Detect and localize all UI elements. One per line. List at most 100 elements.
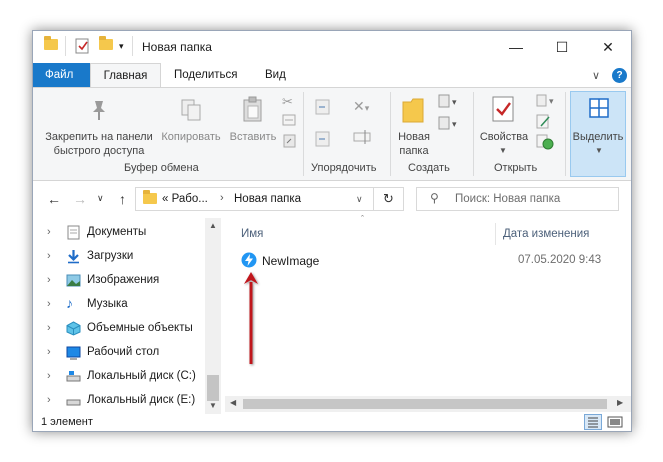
navigation-pane: › Документы › Загрузки › Изображения › ♪… [33, 218, 221, 414]
ribbon: Закрепить на панели быстрого доступа Коп… [33, 87, 631, 181]
tab-file[interactable]: Файл [33, 63, 90, 88]
move-to-icon[interactable] [314, 98, 332, 119]
recent-locations-icon[interactable]: ∨ [97, 193, 104, 204]
file-date: 07.05.2020 9:43 [518, 254, 602, 266]
select-button[interactable]: Выделить ▼ [570, 91, 626, 177]
nav-item-music[interactable]: › ♪ Музыка [33, 294, 207, 316]
chevron-right-icon[interactable]: › [47, 322, 51, 334]
large-icons-view-icon[interactable] [607, 415, 623, 429]
delete-icon[interactable]: ✕▾ [353, 98, 369, 115]
drive-icon [66, 393, 81, 407]
item-count: 1 элемент [41, 416, 93, 428]
chevron-right-icon[interactable]: › [47, 346, 51, 358]
svg-text:▾: ▾ [452, 97, 457, 107]
nav-item-drive-e[interactable]: › Локальный диск (E:) [33, 390, 207, 412]
properties-icon [491, 95, 517, 126]
new-folder-quick-icon[interactable] [99, 36, 113, 50]
scroll-down-icon[interactable]: ▼ [209, 401, 217, 410]
edit-icon[interactable] [536, 114, 552, 133]
annotation-arrow-icon [241, 270, 261, 373]
documents-icon [66, 225, 81, 240]
3d-objects-icon [66, 321, 81, 336]
nav-item-label: Объемные объекты [87, 322, 193, 334]
help-icon[interactable]: ? [612, 68, 627, 83]
folder-icon [143, 190, 157, 204]
nav-item-desktop[interactable]: › Рабочий стол [33, 342, 207, 364]
address-dropdown-icon[interactable]: ∨ [356, 194, 363, 205]
open-icon[interactable]: ▾ [536, 94, 558, 111]
nav-item-3d-objects[interactable]: › Объемные объекты [33, 318, 207, 340]
properties-button[interactable]: Свойства [474, 130, 534, 144]
minimize-button[interactable]: — [493, 31, 539, 63]
chevron-right-icon[interactable]: › [47, 226, 51, 238]
separator [565, 92, 566, 176]
scroll-left-icon[interactable]: ◀ [230, 398, 236, 407]
cut-icon[interactable]: ✂ [282, 94, 293, 110]
scroll-thumb[interactable] [207, 375, 219, 401]
copy-button[interactable]: Копировать [158, 130, 224, 144]
address-bar[interactable]: « Рабо... › Новая папка ∨ [135, 187, 374, 211]
search-icon: ⚲ [430, 191, 439, 205]
scroll-up-icon[interactable]: ▲ [209, 221, 217, 230]
sort-indicator-icon: ˆ [361, 214, 364, 224]
paste-shortcut-icon[interactable] [283, 134, 296, 151]
column-name[interactable]: Имя [241, 228, 263, 240]
chevron-right-icon[interactable]: › [47, 274, 51, 286]
breadcrumb-current[interactable]: Новая папка [234, 193, 301, 205]
copy-to-icon[interactable] [314, 130, 332, 151]
tab-home[interactable]: Главная [90, 63, 161, 88]
svg-text:▾: ▾ [452, 119, 457, 129]
horizontal-scrollbar[interactable]: ◀ ▶ [225, 396, 631, 412]
status-bar: 1 элемент [33, 414, 631, 431]
new-folder-icon [401, 96, 425, 127]
column-divider[interactable] [495, 223, 496, 245]
customize-toolbar-icon[interactable]: ▾ [119, 41, 124, 52]
refresh-button[interactable]: ↻ [374, 187, 404, 211]
select-icon [589, 98, 609, 121]
pin-icon [88, 98, 110, 125]
new-folder-button[interactable]: Новая папка [391, 130, 437, 158]
tab-view[interactable]: Вид [255, 63, 296, 88]
list-item[interactable]: NewImage 07.05.2020 9:43 [237, 250, 617, 270]
chevron-down-icon[interactable]: ▼ [499, 146, 507, 155]
properties-quick-icon[interactable] [75, 37, 91, 58]
chevron-right-icon[interactable]: › [47, 394, 51, 406]
collapse-ribbon-icon[interactable]: ∨ [592, 69, 600, 82]
forward-icon[interactable]: → [73, 191, 87, 207]
maximize-button[interactable]: ☐ [539, 31, 585, 63]
nav-scrollbar[interactable]: ▲ ▼ [205, 218, 221, 414]
search-box[interactable]: ⚲ Поиск: Новая папка [416, 187, 619, 211]
window-title: Новая папка [142, 40, 212, 54]
scroll-right-icon[interactable]: ▶ [617, 398, 623, 407]
open-group-label: Открыть [494, 162, 538, 174]
chevron-right-icon[interactable]: › [47, 370, 51, 382]
history-icon[interactable] [536, 134, 554, 153]
rename-icon[interactable] [353, 128, 371, 149]
close-button[interactable]: ✕ [585, 31, 631, 63]
details-view-icon[interactable] [584, 414, 602, 430]
chevron-right-icon[interactable]: › [47, 298, 51, 310]
up-icon[interactable]: ↑ [119, 191, 126, 207]
content-area: › Документы › Загрузки › Изображения › ♪… [33, 214, 631, 414]
easy-access-icon[interactable]: ▾ [438, 116, 464, 135]
scroll-thumb[interactable] [243, 399, 607, 409]
nav-item-documents[interactable]: › Документы [33, 222, 207, 244]
back-icon[interactable]: ← [47, 191, 61, 207]
ribbon-tabs: Файл Главная Поделиться Вид ∨ ? [33, 63, 631, 88]
nav-item-pictures[interactable]: › Изображения [33, 270, 207, 292]
column-date[interactable]: Дата изменения [503, 228, 589, 240]
breadcrumb-root[interactable]: « Рабо... [162, 193, 208, 205]
nav-item-label: Документы [87, 226, 147, 238]
chevron-right-icon[interactable]: › [47, 250, 51, 262]
new-item-icon[interactable]: ▾ [438, 94, 464, 113]
nav-item-label: Загрузки [87, 250, 134, 262]
nav-item-drive-c[interactable]: › Локальный диск (C:) [33, 366, 207, 388]
pin-quick-access-button[interactable]: Закрепить на панели быстрого доступа [36, 130, 162, 158]
refresh-icon: ↻ [383, 191, 394, 206]
tab-share[interactable]: Поделиться [164, 63, 248, 88]
paste-button[interactable]: Вставить [224, 130, 282, 144]
copy-path-icon[interactable] [282, 114, 296, 129]
nav-item-downloads[interactable]: › Загрузки [33, 246, 207, 268]
copy-icon [180, 98, 204, 127]
downloads-icon [66, 249, 81, 264]
